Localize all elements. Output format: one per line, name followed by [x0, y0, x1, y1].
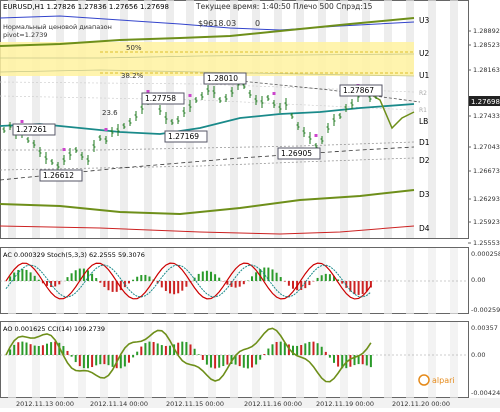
session-shade — [56, 0, 64, 238]
stoch-axis-top: 0.000258 — [471, 250, 500, 258]
time-label: 2012.11.15 00:00 — [166, 400, 224, 408]
chart-canvas[interactable]: EURUSD,H1 1.27826 1.27836 1.27656 1.2769… — [0, 0, 500, 408]
svg-text:1.26905: 1.26905 — [281, 149, 312, 158]
svg-text:alpari: alpari — [432, 376, 455, 385]
session-shade — [318, 0, 326, 238]
session-shade — [318, 322, 326, 398]
session-shade — [144, 0, 152, 238]
time-label: 2012.11.19 00:00 — [316, 400, 374, 408]
price-label-3: 1.28010 — [203, 72, 247, 85]
cci-axis-mid: 0.00 — [471, 351, 485, 359]
session-shade — [450, 322, 458, 398]
time-label: 2012.11.13 00:00 — [16, 400, 74, 408]
price-tick-label: 1.27043 — [473, 143, 500, 151]
time-label: 2012.11.14 00:00 — [90, 400, 148, 408]
session-shade — [144, 322, 152, 398]
session-shade — [166, 322, 174, 398]
pivot-label: pivot=1.2739 — [3, 31, 48, 39]
fractal-mark — [104, 128, 108, 131]
fractal-mark — [188, 94, 192, 97]
level-d3: D3 — [419, 190, 430, 199]
time-label: 2012.11.20 00:00 — [392, 400, 450, 408]
price-label-6: 1.26905 — [277, 147, 321, 160]
session-shade — [362, 0, 370, 238]
svg-text:1.27867: 1.27867 — [343, 86, 374, 95]
trading-terminal-window: EURUSD,H1 1.27826 1.27836 1.27656 1.2769… — [0, 0, 500, 408]
stoch-axis-bottom: -0.00259 — [471, 306, 500, 314]
price-tick-label: 1.27433 — [473, 112, 500, 120]
session-shade — [450, 0, 458, 238]
level-u2: U2 — [419, 49, 429, 58]
session-shade — [340, 0, 348, 238]
session-shade — [428, 322, 436, 398]
level-r2: R2 — [419, 90, 427, 97]
price-tick-label: 1.28163 — [473, 66, 500, 74]
svg-text:1.27169: 1.27169 — [168, 132, 199, 141]
cci-axis-top: 0.00357 — [471, 324, 498, 332]
session-shade — [296, 322, 304, 398]
price-tick-label: 1.26293 — [473, 195, 500, 203]
fractal-mark — [62, 148, 66, 151]
current-price-marker: 1.27698 — [469, 96, 500, 106]
balance-value: $9618.03 — [198, 19, 236, 28]
session-shade — [120, 0, 128, 238]
level-u3: U3 — [419, 16, 429, 25]
session-shade — [32, 322, 40, 398]
session-shade — [252, 0, 260, 238]
level-d4: D4 — [419, 224, 430, 233]
session-shade — [78, 0, 86, 238]
level-u1: U1 — [419, 71, 429, 80]
price-label-1: 1.27261 — [12, 123, 56, 136]
symbol-line: EURUSD,H1 1.27826 1.27836 1.27656 1.2769… — [3, 3, 169, 11]
zero-value: 0 — [255, 19, 260, 28]
svg-text:1.27261: 1.27261 — [16, 125, 47, 134]
level-d2: D2 — [419, 156, 430, 165]
level-lb: LB — [419, 117, 428, 126]
session-shade — [296, 0, 304, 238]
level-r1: R1 — [419, 107, 427, 114]
svg-text:1.26612: 1.26612 — [43, 171, 74, 180]
cci-title: AO 0.001625 CCI(14) 109.2739 — [3, 325, 105, 333]
stoch-title: AC 0.000329 Stoch(5,3,3) 62.2555 59.3076 — [3, 251, 145, 259]
session-shade — [428, 0, 436, 238]
level-d1: D1 — [419, 138, 430, 147]
price-label-7: 1.27867 — [339, 84, 383, 97]
stoch-axis-mid: 0.00 — [471, 276, 485, 284]
fractal-mark — [272, 92, 276, 95]
time-label: 2012.11.16 00:00 — [244, 400, 302, 408]
session-shade — [384, 322, 392, 398]
server-time: Текущее время: 1:40:50 Плечо 500 Спрэд:1… — [195, 2, 373, 11]
session-shade — [100, 0, 108, 238]
svg-text:1.27698: 1.27698 — [471, 98, 500, 106]
price-label-2: 1.27758 — [141, 92, 185, 105]
session-shade — [406, 0, 414, 238]
fibo-50-label: 50% — [126, 44, 142, 52]
indicator-name: Нормальный ценовой диапазон — [3, 23, 112, 31]
price-tick-label: 1.26673 — [473, 167, 500, 175]
val-23-6-label: 23.6 — [102, 109, 118, 117]
fractal-mark — [20, 120, 24, 123]
price-label-5: 1.26612 — [39, 169, 83, 182]
session-shade — [406, 322, 414, 398]
fractal-mark — [314, 134, 318, 137]
price-tick-label: 1.28523 — [473, 41, 500, 49]
svg-text:1.28010: 1.28010 — [207, 74, 238, 83]
session-shade — [186, 0, 194, 238]
session-shade — [56, 322, 64, 398]
cci-axis-bottom: -0.00424 — [471, 389, 500, 397]
price-label-4: 1.27169 — [164, 130, 208, 143]
session-shade — [8, 322, 16, 398]
price-tick-label: 1.28892 — [473, 27, 500, 35]
price-tick-label: 1.25923 — [473, 218, 500, 226]
fibo-38-label: 38.2% — [121, 72, 144, 80]
svg-text:1.27758: 1.27758 — [145, 94, 176, 103]
session-shade — [186, 322, 194, 398]
price-tick-label: 1.25553 — [473, 239, 500, 247]
